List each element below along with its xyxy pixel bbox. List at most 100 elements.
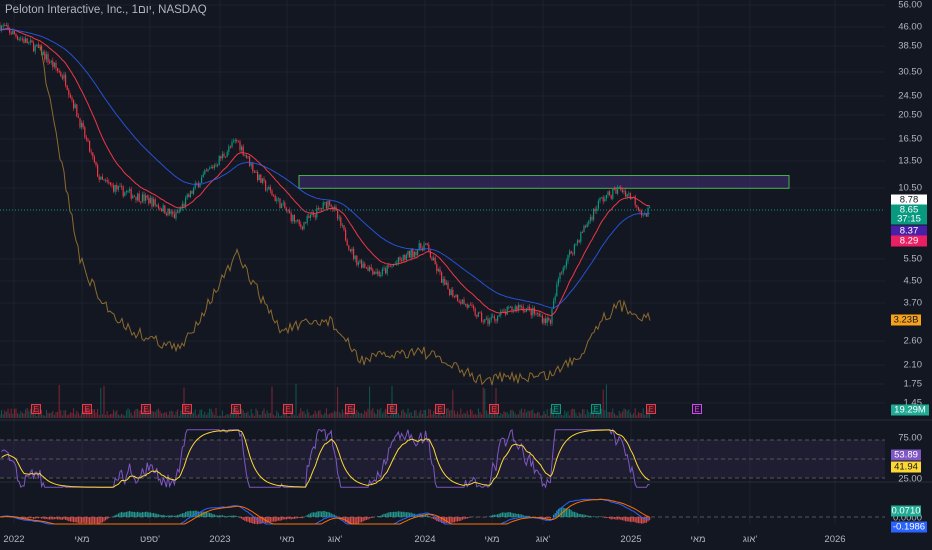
candle [324, 201, 326, 203]
candle [239, 141, 241, 151]
volume-bar [162, 413, 164, 418]
macd-histogram-bar [509, 512, 511, 517]
candle [250, 163, 252, 166]
earnings-marker[interactable]: E [646, 404, 656, 414]
macd-histogram-bar [271, 517, 273, 522]
volume-bar [543, 411, 545, 418]
volume-bar [138, 410, 140, 418]
volume-bar [615, 415, 617, 418]
volume-bar [101, 414, 103, 418]
macd-histogram-bar [57, 517, 59, 520]
macd-histogram-bar [365, 517, 367, 520]
earnings-marker[interactable]: E [31, 404, 41, 414]
volume-bar [0, 414, 1, 418]
candle [364, 263, 366, 268]
volume-bar [349, 415, 351, 418]
macd-histogram-bar [153, 512, 155, 517]
volume-bar [521, 408, 523, 418]
candle [484, 319, 486, 322]
earnings-marker[interactable]: E [387, 404, 397, 414]
macd-histogram-bar [95, 517, 97, 524]
macd-value-tag: 0.0710 [891, 505, 921, 517]
earnings-marker[interactable]: E [283, 404, 293, 414]
candle [289, 210, 291, 213]
volume-bar [463, 412, 465, 418]
volume-bar [516, 414, 518, 418]
macd-histogram-bar [108, 517, 110, 519]
volume-bar [218, 415, 220, 418]
volume-bar [103, 385, 105, 418]
earnings-marker[interactable]: E [551, 404, 561, 414]
volume-bar [325, 408, 327, 418]
volume-bar [10, 408, 12, 418]
macd-histogram-bar [133, 511, 135, 517]
volume-bar [17, 413, 19, 418]
macd-histogram-bar [623, 517, 625, 521]
macd-histogram-bar [250, 517, 252, 523]
candle [369, 266, 371, 271]
candle [281, 203, 283, 209]
chart-canvas[interactable] [0, 0, 932, 550]
earnings-marker[interactable]: E [345, 404, 355, 414]
volume-bar [569, 415, 571, 418]
candle [581, 232, 583, 233]
candle [263, 178, 265, 181]
candle [458, 301, 460, 303]
earnings-marker[interactable]: E [489, 404, 499, 414]
volume-bar [585, 414, 587, 418]
volume-bar [127, 408, 129, 418]
volume-bar [538, 412, 540, 418]
volume-bar [341, 409, 343, 418]
earnings-marker[interactable]: E [182, 404, 192, 414]
candle [372, 269, 374, 275]
candle [138, 193, 140, 202]
candle [471, 304, 473, 306]
earnings-marker[interactable]: E [82, 404, 92, 414]
earnings-marker[interactable]: E [591, 404, 601, 414]
volume-bar [519, 410, 521, 418]
volume-bar [97, 408, 99, 418]
candle [601, 197, 603, 199]
volume-bar [514, 413, 516, 418]
candle [340, 217, 342, 226]
volume-bar [620, 413, 622, 418]
volume-bar [517, 414, 519, 418]
resistance-zone [298, 175, 790, 189]
candle [609, 191, 611, 196]
candle [482, 321, 484, 323]
macd-histogram-bar [399, 511, 401, 517]
candle [290, 212, 292, 222]
candle [538, 313, 540, 317]
candle [130, 189, 132, 199]
macd-histogram-bar [636, 517, 638, 523]
candle [589, 217, 591, 221]
macd-histogram-bar [188, 511, 190, 517]
earnings-marker[interactable]: E [231, 404, 241, 414]
volume-bar [425, 409, 427, 418]
candle [100, 176, 102, 180]
macd-histogram-bar [524, 515, 526, 517]
macd-histogram-bar [138, 512, 140, 517]
candle [105, 180, 107, 181]
candle [325, 201, 327, 209]
macd-histogram-bar [378, 516, 380, 517]
candle [444, 278, 446, 285]
volume-bar [554, 415, 556, 418]
candle [241, 146, 243, 151]
candle [591, 217, 593, 220]
candle [113, 185, 115, 192]
macd-histogram-bar [549, 517, 551, 519]
volume-bar [633, 413, 635, 418]
volume-bar [508, 414, 510, 418]
macd-histogram-bar [301, 517, 303, 519]
macd-histogram-bar [252, 517, 254, 524]
price-tick: 10.50 [898, 182, 922, 194]
earnings-marker[interactable]: E [141, 404, 151, 414]
earnings-marker[interactable]: E [692, 404, 702, 414]
candle [370, 266, 372, 270]
volume-bar [631, 414, 633, 418]
candle [521, 306, 523, 308]
price-tick: 3.70 [903, 297, 923, 309]
macd-histogram-bar [306, 515, 308, 517]
earnings-marker[interactable]: E [435, 404, 445, 414]
